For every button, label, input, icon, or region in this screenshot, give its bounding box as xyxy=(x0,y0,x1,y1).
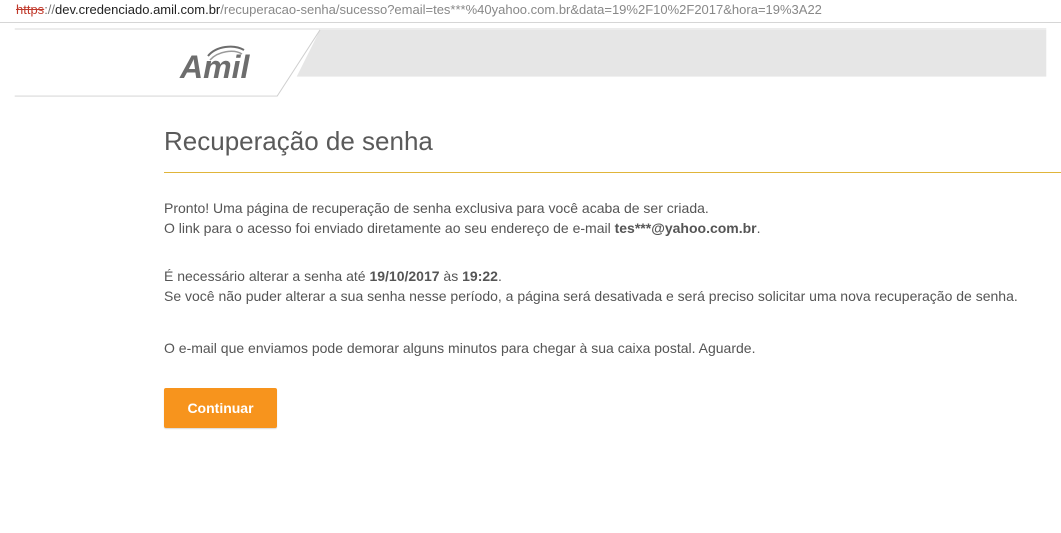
message-line: É necessário alterar a senha até 19/10/2… xyxy=(164,266,1018,286)
site-header xyxy=(0,28,1061,100)
message-paragraph-3: O e-mail que enviamos pode demorar algun… xyxy=(164,338,755,358)
message-text: O link para o acesso foi enviado diretam… xyxy=(164,220,615,236)
message-paragraph-1: Pronto! Uma página de recuperação de sen… xyxy=(164,198,761,238)
address-bar[interactable]: https://dev.credenciado.amil.com.br/recu… xyxy=(0,0,1061,23)
header-band xyxy=(14,28,1047,97)
deadline-time: 19:22 xyxy=(462,268,498,284)
url-path: /recuperacao-senha/sucesso?email=tes***%… xyxy=(220,2,822,17)
logo-text: Amil xyxy=(179,49,250,84)
url-separator: :// xyxy=(44,2,56,17)
message-line: O e-mail que enviamos pode demorar algun… xyxy=(164,340,756,356)
message-line: O link para o acesso foi enviado diretam… xyxy=(164,218,761,238)
url-text[interactable]: https://dev.credenciado.amil.com.br/recu… xyxy=(16,0,822,20)
message-text: . xyxy=(497,268,502,284)
main-content: Recuperação de senha Pronto! Uma página … xyxy=(164,124,1061,428)
page-title: Recuperação de senha xyxy=(164,126,433,156)
message-text: É necessário alterar a senha até xyxy=(164,268,370,284)
message-paragraph-2: É necessário alterar a senha até 19/10/2… xyxy=(164,266,1018,306)
email-address: tes***@yahoo.com.br xyxy=(614,220,757,236)
amil-logo[interactable]: Amil xyxy=(178,42,264,84)
message-text: às xyxy=(439,268,463,284)
message-line: Se você não puder alterar a sua senha ne… xyxy=(164,288,1018,304)
title-divider xyxy=(164,172,1061,173)
url-host: dev.credenciado.amil.com.br xyxy=(55,2,221,17)
url-scheme: https xyxy=(16,2,45,17)
continue-button[interactable]: Continuar xyxy=(164,388,277,428)
deadline-date: 19/10/2017 xyxy=(369,268,440,284)
message-line: Pronto! Uma página de recuperação de sen… xyxy=(164,200,709,216)
message-text: . xyxy=(756,220,761,236)
